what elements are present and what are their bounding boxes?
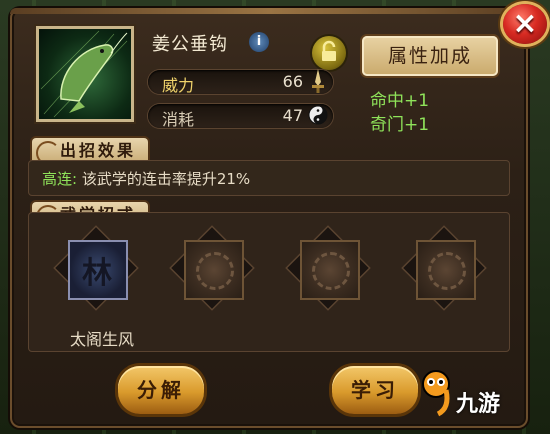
effect-highlight: 高连: [42,170,78,188]
attribute-bonus-hit: 命中+1 [370,91,430,111]
decompose-button[interactable]: 分解 [118,366,204,414]
stat-cost-row: 消耗 47 [148,104,333,129]
skill-slot-2[interactable] [171,227,253,309]
info-icon[interactable]: i [249,32,269,52]
empty-slot-icon [300,240,360,300]
stat-cost-value: 47 [282,106,303,125]
fish-icon [40,30,128,118]
close-icon: × [512,6,538,41]
empty-slot-icon [184,240,244,300]
learn-button-label: 学习 [351,378,399,402]
effect-description: 高连: 该武学的连击率提升21% [42,168,250,189]
attribute-bonus-title: 属性加成 [362,36,498,76]
lock-glyph [322,40,336,61]
stat-power-row: 威力 66 [148,69,333,95]
watermark-text: 九游 [456,392,501,417]
close-button[interactable]: × [503,4,547,44]
attribute-bonus-title-text: 属性加成 [387,45,472,67]
lock-icon[interactable] [312,36,346,70]
yin-yang-icon [308,105,328,125]
watermark-mascot-icon [422,370,450,417]
skill-slot-3[interactable] [287,227,369,309]
effect-section-title: 出招效果 [60,141,137,160]
stat-power-value: 66 [282,72,303,91]
item-name: 姜公垂钩 [152,34,228,55]
stat-power-label: 威力 [162,76,195,95]
stat-cost-label: 消耗 [162,110,195,129]
skill-icon [68,240,128,300]
sword-icon [312,69,324,93]
effect-description-box: 高连: 该武学的连击率提升21% [28,160,510,196]
learn-button[interactable]: 学习 [332,366,418,414]
effect-text: 该武学的连击率提升21% [81,170,251,188]
attribute-bonus-qimen: 奇门+1 [370,115,430,135]
skill-slot-1-label: 太阁生风 [69,330,134,349]
empty-slot-icon [416,240,476,300]
skill-slot-1[interactable] [55,227,137,309]
skill-slot-4[interactable] [403,227,485,309]
decompose-button-label: 分解 [137,378,185,402]
item-portrait [36,26,134,122]
watermark-logo [416,368,456,418]
